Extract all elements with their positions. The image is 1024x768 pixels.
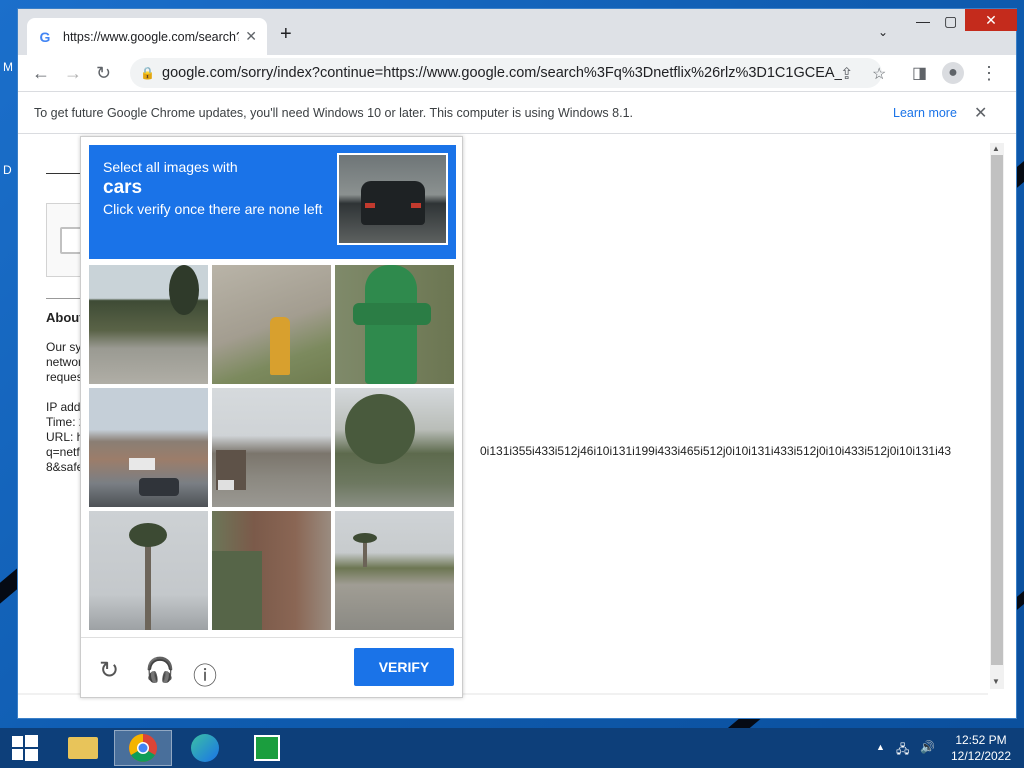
- browser-toolbar: ← → ↻ 🔒 google.com/sorry/index?continue=…: [18, 55, 1016, 91]
- volume-icon[interactable]: 🔊: [920, 740, 935, 754]
- infobar-message: To get future Google Chrome updates, you…: [34, 105, 633, 120]
- captcha-tile[interactable]: [89, 511, 208, 630]
- reload-icon[interactable]: ↻: [96, 63, 111, 84]
- bookmark-star-icon[interactable]: ☆: [872, 64, 886, 84]
- close-window-button[interactable]: ✕: [965, 9, 1017, 31]
- close-tab-icon[interactable]: ✕: [245, 28, 257, 45]
- learn-more-link[interactable]: Learn more: [893, 106, 957, 120]
- audio-challenge-icon[interactable]: 🎧: [145, 656, 175, 685]
- back-icon[interactable]: ←: [32, 63, 50, 84]
- new-tab-button[interactable]: +: [280, 23, 292, 46]
- start-button[interactable]: [0, 730, 50, 766]
- scroll-up-icon[interactable]: ▲: [992, 144, 1000, 153]
- minimize-button[interactable]: —: [916, 13, 930, 29]
- scroll-down-icon[interactable]: ▼: [992, 677, 1000, 686]
- file-explorer-taskbar-button[interactable]: [54, 730, 112, 766]
- edge-icon: [191, 734, 219, 762]
- windows-logo-icon: [12, 735, 38, 761]
- recaptcha-challenge: Select all images with cars Click verify…: [80, 136, 463, 698]
- lock-icon[interactable]: 🔒: [140, 66, 155, 80]
- captcha-tile[interactable]: [89, 265, 208, 384]
- tab-search-icon[interactable]: ⌄: [878, 25, 888, 39]
- address-bar[interactable]: 🔒 google.com/sorry/index?continue=https:…: [130, 58, 886, 88]
- profile-avatar-icon[interactable]: ●: [942, 62, 964, 84]
- chrome-taskbar-button[interactable]: [114, 730, 172, 766]
- captcha-tile[interactable]: [335, 511, 454, 630]
- verify-button[interactable]: VERIFY: [354, 648, 454, 686]
- desktop-label: M: [3, 60, 13, 74]
- sample-car-image: [337, 153, 448, 245]
- reload-challenge-icon[interactable]: ↻: [99, 656, 119, 685]
- clock-date: 12/12/2022: [950, 749, 1012, 763]
- vertical-scrollbar[interactable]: ▲ ▼: [990, 143, 1004, 689]
- captcha-tile[interactable]: [335, 265, 454, 384]
- browser-tab[interactable]: G https://www.google.com/search? ✕: [27, 18, 267, 55]
- store-icon: [254, 735, 280, 761]
- clock-time: 12:52 PM: [955, 733, 1007, 747]
- taskbar: ▲ 🖧 🔊 12:52 PM 12/12/2022: [0, 728, 1024, 768]
- chrome-icon: [129, 734, 157, 762]
- maximize-button[interactable]: ▢: [944, 13, 957, 30]
- store-taskbar-button[interactable]: [238, 730, 296, 766]
- close-infobar-icon[interactable]: ✕: [974, 103, 987, 123]
- url-text[interactable]: google.com/sorry/index?continue=https://…: [162, 65, 842, 81]
- network-icon[interactable]: 🖧: [896, 740, 909, 761]
- show-hidden-icons[interactable]: ▲: [876, 742, 885, 752]
- tab-title: https://www.google.com/search?: [63, 29, 240, 44]
- edge-taskbar-button[interactable]: [176, 730, 234, 766]
- challenge-header: Select all images with cars Click verify…: [89, 145, 456, 259]
- captcha-tile[interactable]: [212, 265, 331, 384]
- info-icon[interactable]: ⓘ: [193, 656, 217, 691]
- tab-strip: G https://www.google.com/search? ✕ + ⌄ —…: [18, 9, 1017, 55]
- system-clock[interactable]: 12:52 PM 12/12/2022: [944, 732, 1018, 764]
- captcha-tile[interactable]: [212, 388, 331, 507]
- forward-icon[interactable]: →: [64, 63, 82, 84]
- google-favicon-icon: G: [39, 28, 51, 45]
- scroll-left-icon[interactable]: ◀: [21, 694, 27, 695]
- folder-icon: [68, 737, 98, 759]
- share-icon[interactable]: ⇪: [840, 64, 853, 84]
- update-infobar: To get future Google Chrome updates, you…: [18, 91, 1016, 134]
- url-tail-text: 0i131i355i433i512j46i10i131i199i433i465i…: [480, 444, 952, 458]
- captcha-tile[interactable]: [89, 388, 208, 507]
- menu-icon[interactable]: ⋮: [980, 63, 998, 84]
- scroll-right-icon[interactable]: ▶: [976, 694, 982, 695]
- side-panel-icon[interactable]: ◨: [912, 63, 927, 83]
- vertical-scroll-thumb[interactable]: [991, 155, 1003, 665]
- challenge-footer: ↻ 🎧 ⓘ VERIFY: [81, 637, 462, 699]
- image-grid: [89, 265, 456, 632]
- captcha-tile[interactable]: [335, 388, 454, 507]
- desktop-label: D: [3, 163, 12, 177]
- captcha-tile[interactable]: [212, 511, 331, 630]
